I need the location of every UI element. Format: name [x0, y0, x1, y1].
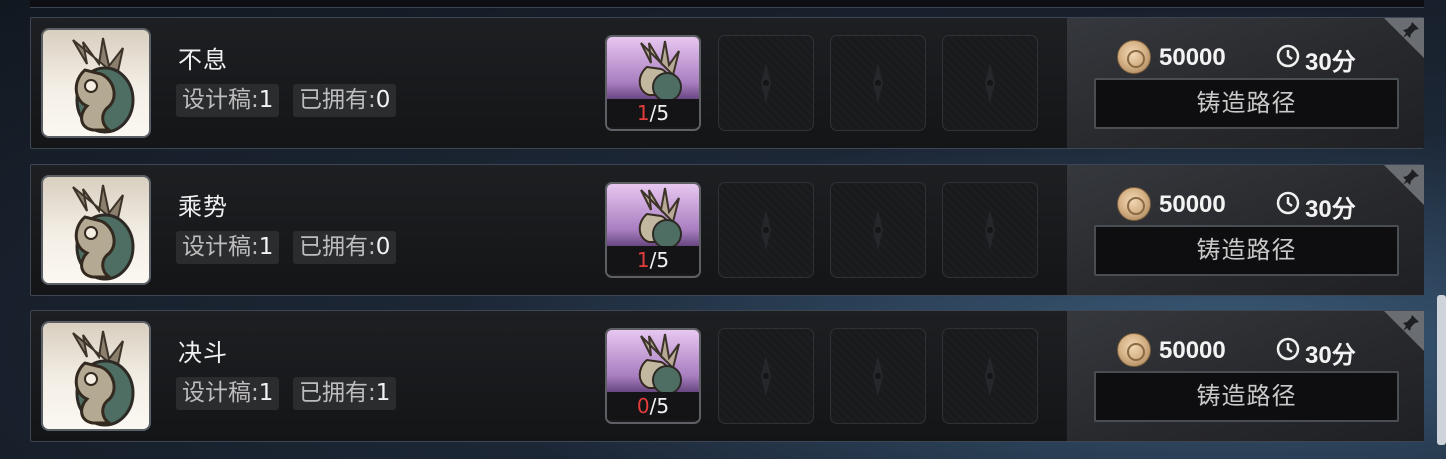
- empty-material-slot[interactable]: [942, 182, 1038, 278]
- pin-icon[interactable]: [1402, 21, 1420, 39]
- empty-material-slot[interactable]: [942, 328, 1038, 424]
- owned-label: 已拥有:: [299, 87, 376, 113]
- empty-slot-emblem-icon: [761, 63, 771, 103]
- design-value: 1: [258, 380, 274, 406]
- pin-icon[interactable]: [1402, 168, 1420, 186]
- material-slot[interactable]: 0/5: [605, 328, 701, 424]
- design-count-tag: 设计稿:1: [176, 231, 280, 264]
- clock-icon: [1276, 191, 1300, 215]
- design-label: 设计稿:: [182, 87, 259, 113]
- material-emblem-icon: [638, 40, 682, 102]
- material-need: /5: [649, 101, 670, 125]
- forge-time: 30分: [1305, 196, 1356, 223]
- material-slot[interactable]: 1/5: [605, 35, 701, 131]
- design-label: 设计稿:: [182, 380, 259, 406]
- forge-cost: 50000: [1159, 44, 1226, 71]
- material-emblem-icon: [638, 187, 682, 249]
- blade-emblem-icon: [72, 37, 135, 134]
- forge-time: 30分: [1305, 342, 1356, 369]
- material-need: /5: [649, 394, 670, 418]
- item-name: 决斗: [178, 339, 228, 367]
- material-have: 1: [636, 248, 650, 272]
- clock-icon: [1276, 337, 1300, 361]
- empty-slot-emblem-icon: [873, 356, 883, 396]
- material-have: 1: [636, 101, 650, 125]
- empty-slot-emblem-icon: [873, 210, 883, 250]
- material-emblem-icon: [638, 333, 682, 395]
- forge-path-button[interactable]: 铸造路径: [1094, 225, 1399, 276]
- design-value: 1: [258, 87, 274, 113]
- forge-item-row[interactable]: 决斗 设计稿:1 已拥有:1 0/5 50000 30分 铸造路径: [30, 310, 1424, 442]
- blade-emblem-icon: [72, 184, 135, 281]
- item-thumbnail: [41, 321, 151, 431]
- empty-material-slot[interactable]: [718, 35, 814, 131]
- empty-slot-emblem-icon: [985, 356, 995, 396]
- material-count: 0/5: [607, 392, 699, 420]
- previous-row-edge: [30, 0, 1424, 8]
- owned-count-tag: 已拥有:0: [293, 231, 397, 264]
- owned-label: 已拥有:: [299, 380, 376, 406]
- forge-panel: 50000 30分 铸造路径: [1067, 311, 1424, 441]
- design-label: 设计稿:: [182, 234, 259, 260]
- forge-time: 30分: [1305, 49, 1356, 76]
- forge-item-row[interactable]: 乘势 设计稿:1 已拥有:0 1/5 50000 30分 铸造路径: [30, 164, 1424, 296]
- blade-emblem-icon: [72, 330, 135, 427]
- forge-cost: 50000: [1159, 337, 1226, 364]
- empty-slot-emblem-icon: [985, 63, 995, 103]
- empty-material-slot[interactable]: [830, 182, 926, 278]
- pin-icon[interactable]: [1402, 314, 1420, 332]
- empty-material-slot[interactable]: [942, 35, 1038, 131]
- empty-slot-emblem-icon: [873, 63, 883, 103]
- coin-icon: [1117, 333, 1151, 367]
- forge-item-row[interactable]: 不息 设计稿:1 已拥有:0 1/5 50000 30分 铸造路径: [30, 17, 1424, 149]
- coin-icon: [1117, 40, 1151, 74]
- owned-count-tag: 已拥有:0: [293, 84, 397, 117]
- scrollbar[interactable]: [1437, 295, 1446, 445]
- owned-count-tag: 已拥有:1: [293, 377, 397, 410]
- item-thumbnail: [41, 175, 151, 285]
- material-count: 1/5: [607, 246, 699, 274]
- forge-panel: 50000 30分 铸造路径: [1067, 18, 1424, 148]
- design-value: 1: [258, 234, 274, 260]
- empty-material-slot[interactable]: [718, 182, 814, 278]
- empty-material-slot[interactable]: [830, 35, 926, 131]
- design-count-tag: 设计稿:1: [176, 84, 280, 117]
- empty-material-slot[interactable]: [830, 328, 926, 424]
- clock-icon: [1276, 44, 1300, 68]
- forge-panel: 50000 30分 铸造路径: [1067, 165, 1424, 295]
- forge-path-button[interactable]: 铸造路径: [1094, 371, 1399, 422]
- owned-value: 1: [375, 380, 391, 406]
- forge-cost: 50000: [1159, 191, 1226, 218]
- material-slot[interactable]: 1/5: [605, 182, 701, 278]
- owned-value: 0: [375, 87, 391, 113]
- material-need: /5: [649, 248, 670, 272]
- item-name: 乘势: [178, 193, 228, 221]
- material-have: 0: [636, 394, 650, 418]
- item-thumbnail: [41, 28, 151, 138]
- material-count: 1/5: [607, 99, 699, 127]
- forge-path-button[interactable]: 铸造路径: [1094, 78, 1399, 129]
- empty-slot-emblem-icon: [761, 210, 771, 250]
- design-count-tag: 设计稿:1: [176, 377, 280, 410]
- owned-value: 0: [375, 234, 391, 260]
- empty-slot-emblem-icon: [985, 210, 995, 250]
- item-name: 不息: [178, 46, 228, 74]
- empty-material-slot[interactable]: [718, 328, 814, 424]
- owned-label: 已拥有:: [299, 234, 376, 260]
- coin-icon: [1117, 187, 1151, 221]
- empty-slot-emblem-icon: [761, 356, 771, 396]
